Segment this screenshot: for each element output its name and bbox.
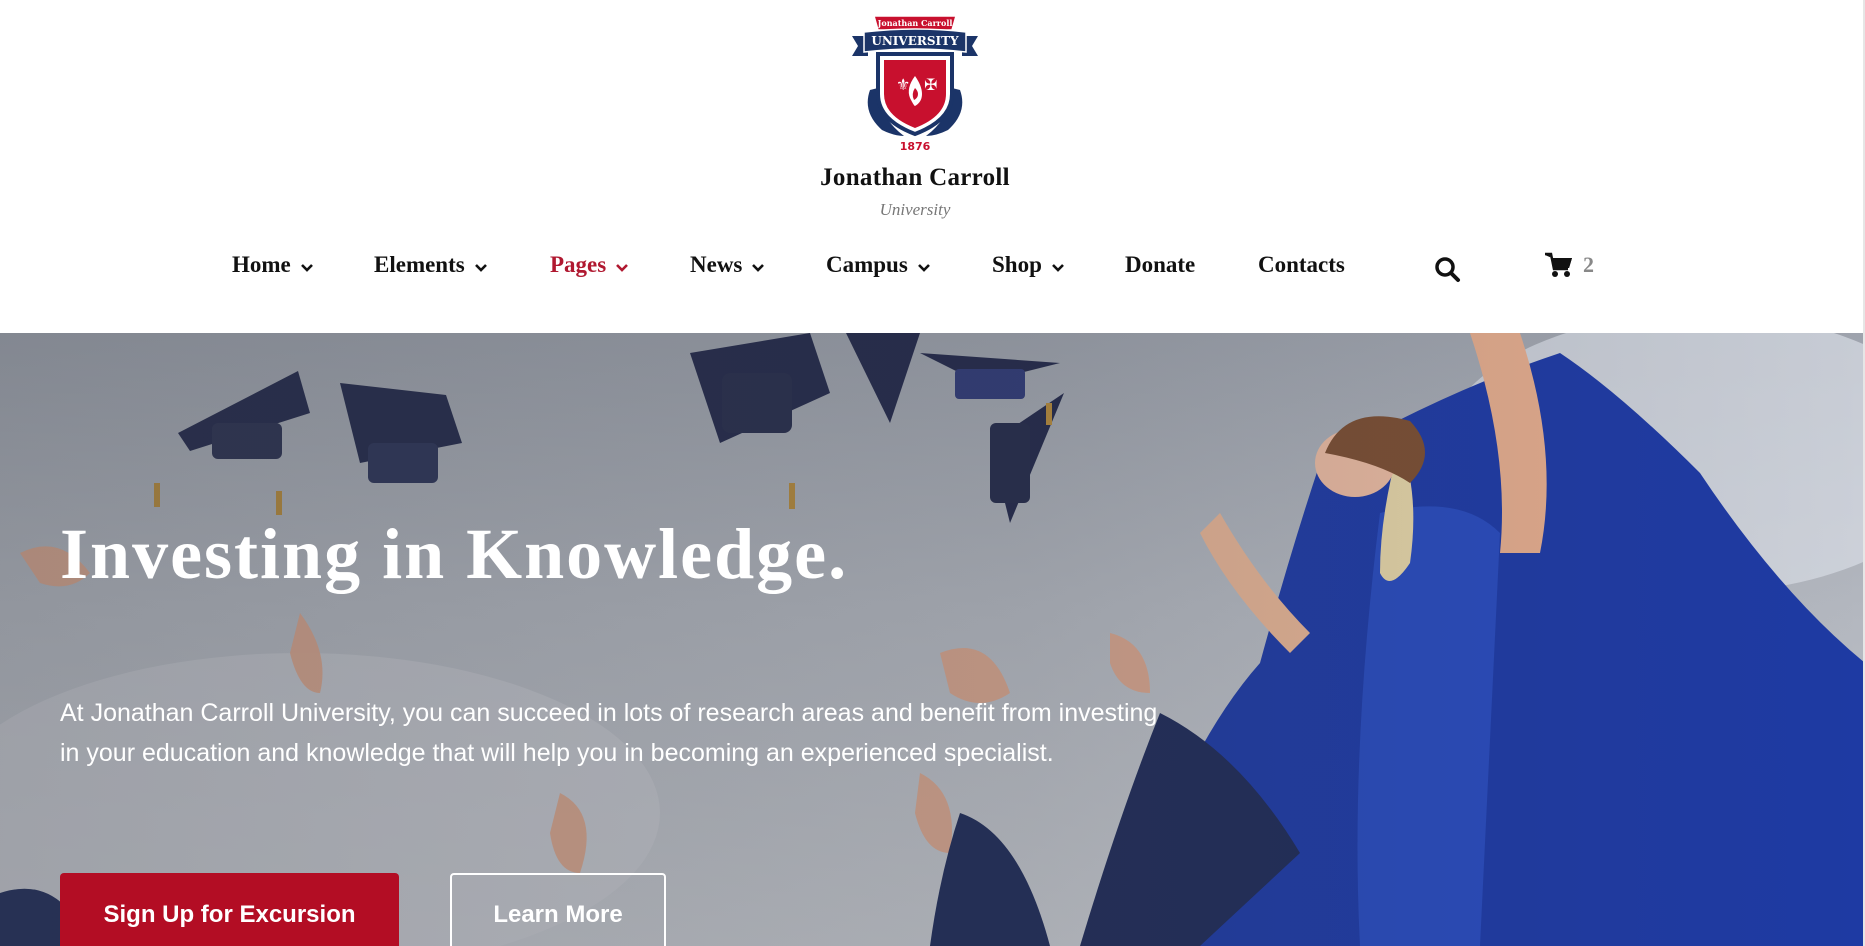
chevron-down-icon [751,263,765,273]
nav-item-label: Donate [1125,252,1196,277]
nav-item-shop[interactable]: Shop [992,252,1065,278]
nav-item-label: Contacts [1258,252,1345,277]
svg-text:Jonathan Carroll: Jonathan Carroll [877,18,953,28]
nav-item-news[interactable]: News [690,252,765,278]
site-header: ⚜ ✠ Jonathan Carroll UNIVERSITY 1876 Jon… [0,0,1865,333]
learn-more-button[interactable]: Learn More [450,873,666,946]
nav-item-contacts[interactable]: Contacts [1258,252,1345,278]
chevron-down-icon [917,263,931,273]
chevron-down-icon [1051,263,1065,273]
cart-button[interactable]: 2 [1545,252,1594,278]
svg-text:⚜: ⚜ [896,75,910,94]
nav-item-label: Home [232,252,291,277]
cart-icon [1545,252,1572,277]
nav-item-pages[interactable]: Pages [550,252,629,278]
search-icon [1435,257,1460,282]
brand-name: Jonathan Carroll [820,164,1010,191]
svg-text:1876: 1876 [900,140,931,153]
nav-item-label: Pages [550,252,607,277]
search-button[interactable] [1434,256,1462,284]
nav-item-campus[interactable]: Campus [826,252,931,278]
hero-title: Investing in Knowledge. [60,514,849,594]
nav-item-home[interactable]: Home [232,252,314,278]
chevron-down-icon [615,263,629,273]
hero-description: At Jonathan Carroll University, you can … [60,699,1158,767]
nav-item-donate[interactable]: Donate [1125,252,1195,278]
chevron-down-icon [300,263,314,273]
sign-up-excursion-button[interactable]: Sign Up for Excursion [60,873,399,946]
nav-item-label: Shop [992,252,1042,277]
chevron-down-icon [474,263,488,273]
svg-text:✠: ✠ [924,75,937,94]
hero-banner: Investing in Knowledge. At Jonathan Carr… [0,333,1865,946]
crest-icon: ⚜ ✠ Jonathan Carroll UNIVERSITY 1876 [852,15,978,153]
nav-item-label: News [690,252,743,277]
university-logo[interactable]: ⚜ ✠ Jonathan Carroll UNIVERSITY 1876 [848,12,982,154]
brand-subtitle: University [879,200,951,219]
nav-item-label: Campus [826,252,908,277]
nav-item-elements[interactable]: Elements [374,252,488,278]
svg-text:UNIVERSITY: UNIVERSITY [871,34,959,48]
hero-overlay [0,333,1865,946]
cart-count: 2 [1583,252,1594,277]
nav-item-label: Elements [374,252,465,277]
